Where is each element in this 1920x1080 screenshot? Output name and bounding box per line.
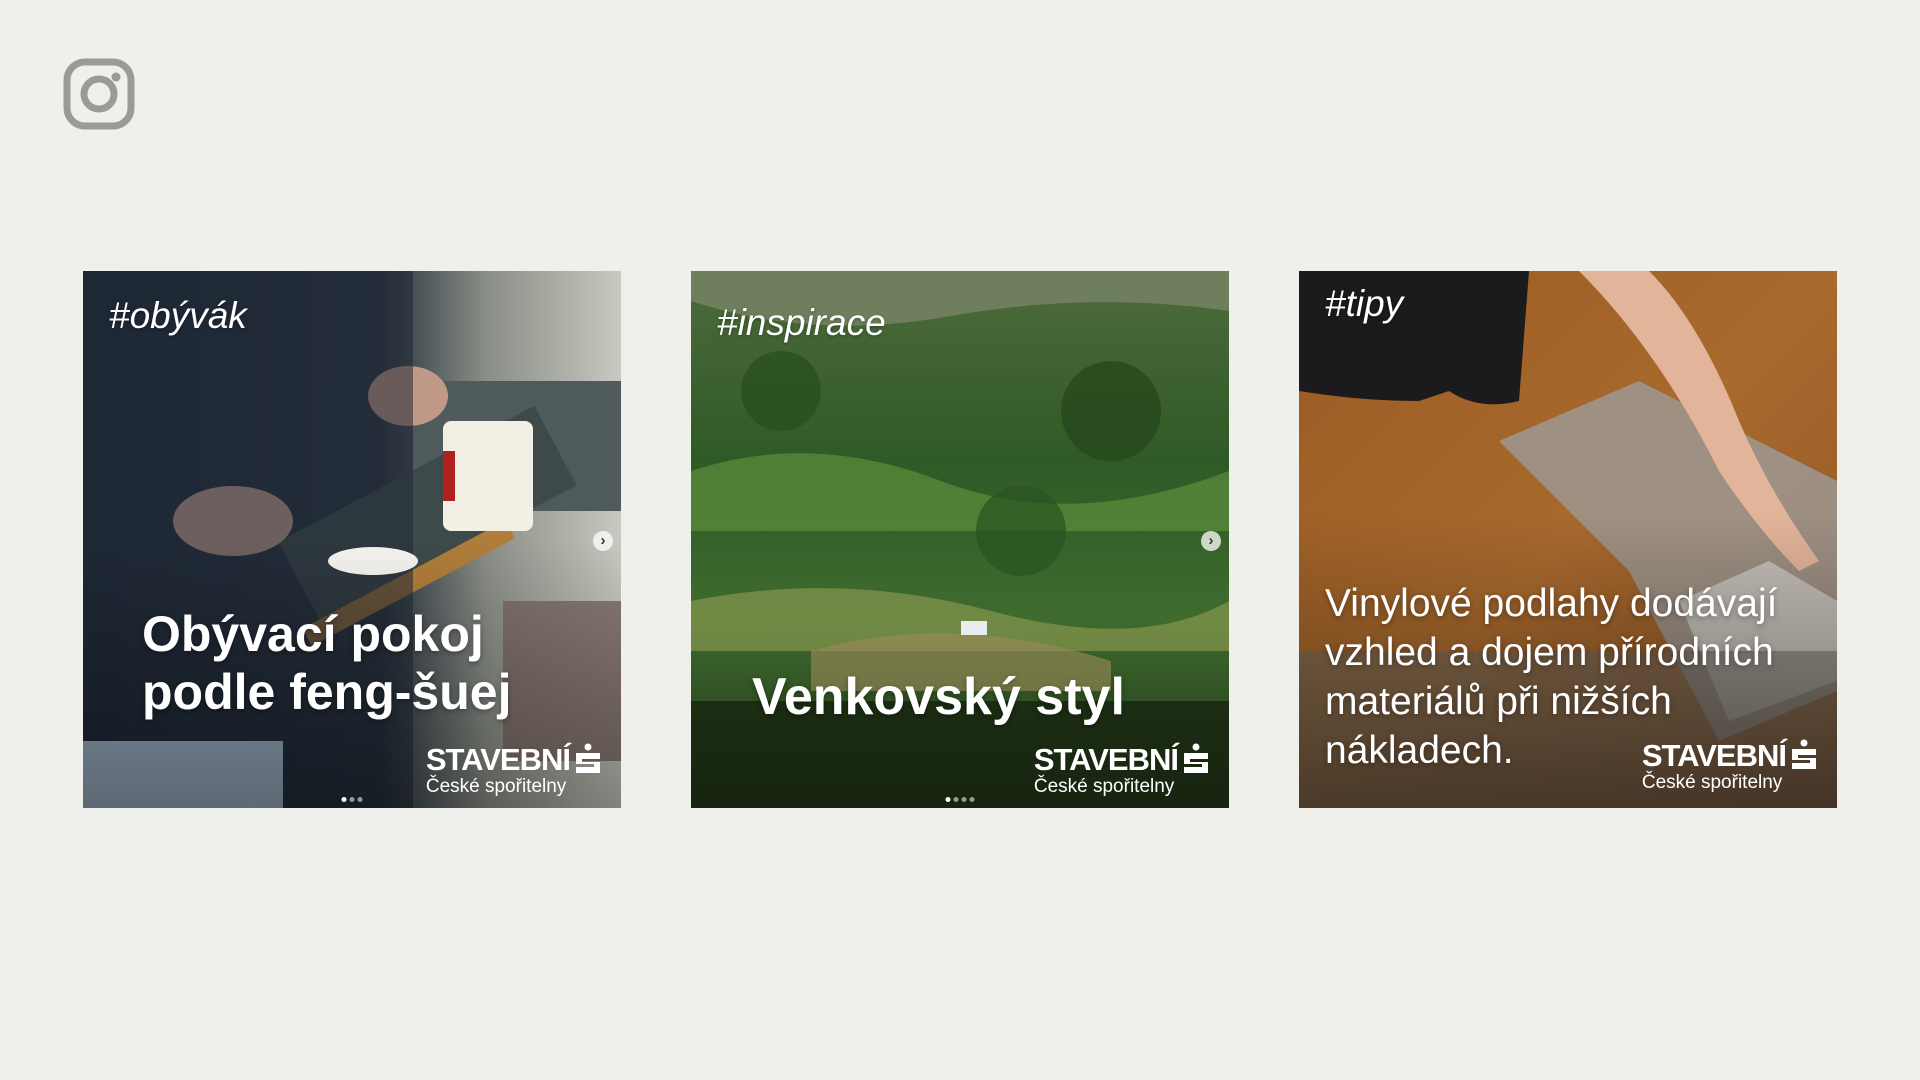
chevron-right-icon[interactable]: › — [1201, 531, 1221, 551]
brand-logo-sub: České spořitelny — [1641, 772, 1783, 794]
carousel-dot — [357, 797, 363, 802]
post-card[interactable]: #tipy Vinylové podlahy dodávají vzhled a… — [1299, 271, 1837, 808]
brand-logo-sub: České spořitelny — [1033, 776, 1175, 798]
instagram-icon[interactable] — [63, 58, 135, 130]
post-grid: #obývák Obývací pokoj podle feng-šuej › … — [83, 271, 1838, 808]
post-image-countryside — [691, 271, 1229, 808]
brand-logo: STAVEBNÍ České spořitelny — [1642, 739, 1819, 794]
post-card[interactable]: #obývák Obývací pokoj podle feng-šuej › … — [83, 271, 621, 808]
carousel-dots — [341, 797, 363, 802]
ceska-sporitelna-s-icon — [1792, 739, 1816, 770]
ceska-sporitelna-s-icon — [576, 743, 600, 774]
brand-logo-word: STAVEBNÍ — [1641, 737, 1787, 773]
brand-logo: STAVEBNÍ České spořitelny — [1034, 743, 1211, 798]
post-headline: Obývací pokoj podle feng-šuej — [142, 606, 512, 720]
post-card[interactable]: #inspirace Venkovský styl › STAVEBNÍ Čes… — [691, 271, 1229, 808]
carousel-dots — [945, 797, 975, 802]
post-hashtag: #tipy — [1325, 283, 1404, 324]
carousel-dot — [341, 797, 347, 802]
brand-logo: STAVEBNÍ České spořitelny — [426, 743, 603, 798]
carousel-dot — [953, 797, 959, 802]
carousel-dot — [945, 797, 951, 802]
carousel-dot — [349, 797, 355, 802]
post-image-living-room — [83, 271, 621, 808]
brand-logo-word: STAVEBNÍ — [425, 741, 571, 777]
brand-logo-word: STAVEBNÍ — [1033, 741, 1179, 777]
brand-logo-sub: České spořitelny — [425, 776, 567, 798]
carousel-dot — [961, 797, 967, 802]
post-hashtag: #inspirace — [717, 302, 886, 343]
post-hashtag: #obývák — [109, 295, 247, 336]
carousel-dot — [969, 797, 975, 802]
ceska-sporitelna-s-icon — [1184, 743, 1208, 774]
post-headline: Venkovský styl — [752, 668, 1125, 726]
chevron-right-icon[interactable]: › — [593, 531, 613, 551]
